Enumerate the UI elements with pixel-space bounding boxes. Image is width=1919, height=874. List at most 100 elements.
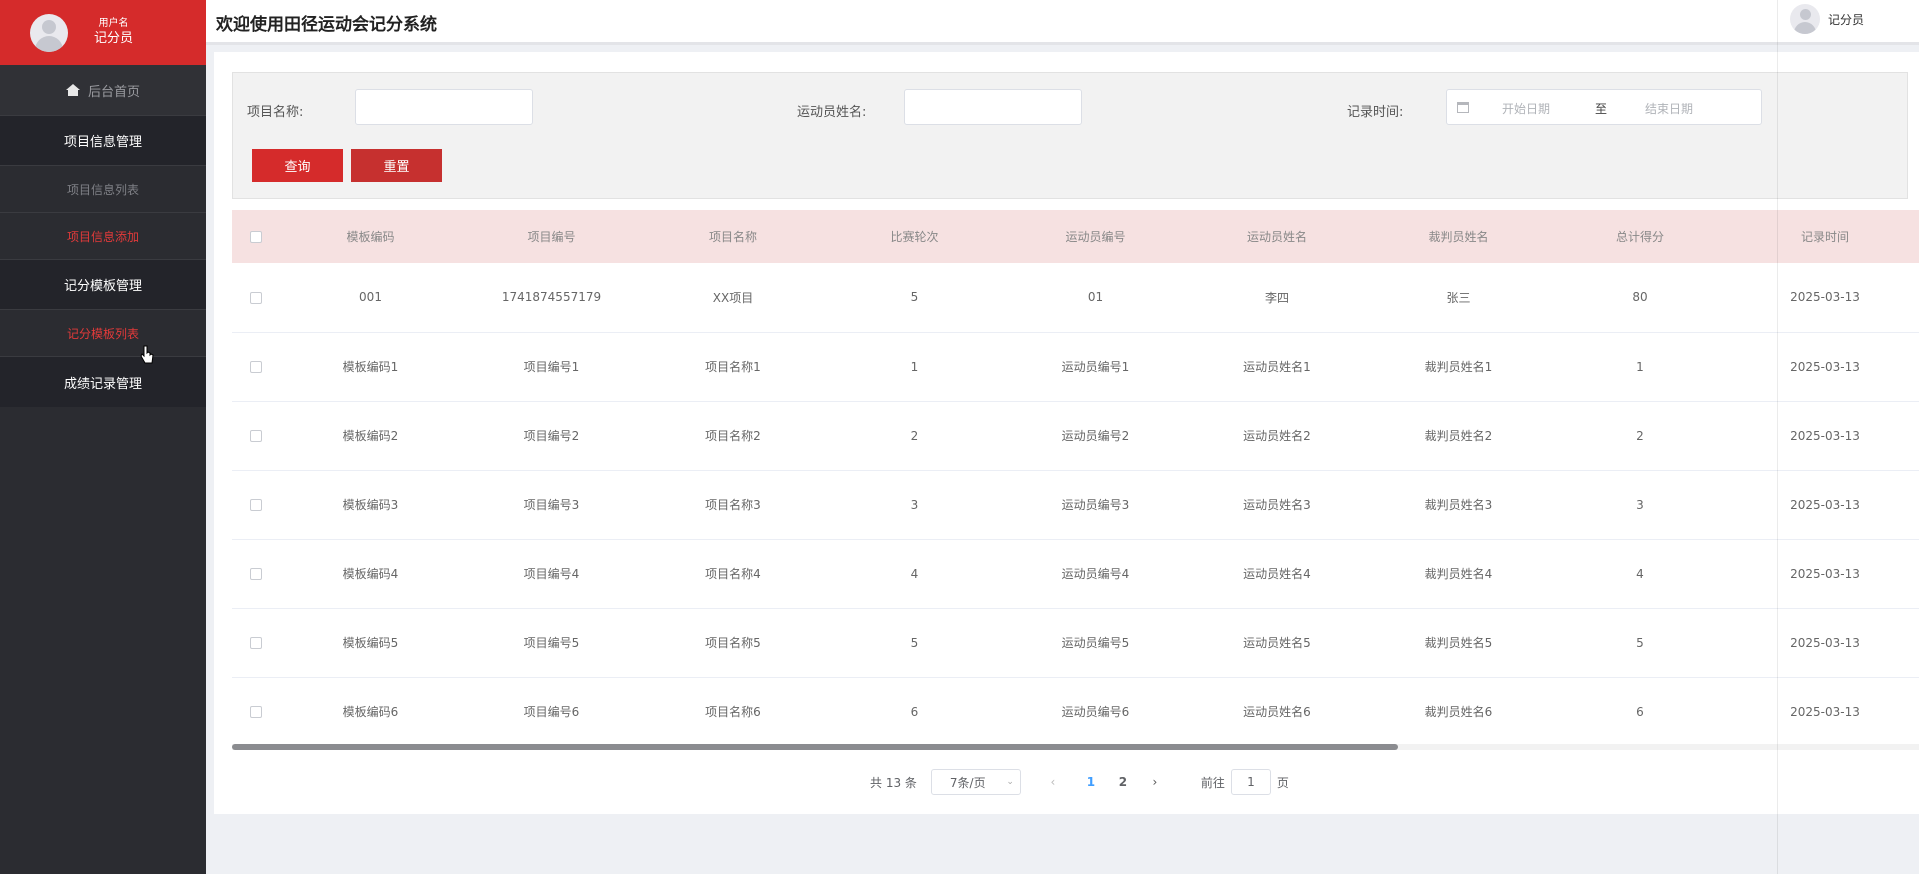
select-all-checkbox[interactable] — [232, 210, 280, 263]
athlete-name-input[interactable] — [904, 89, 1082, 125]
page-title: 欢迎使用田径运动会记分系统 — [216, 15, 437, 35]
date-range-picker[interactable]: 开始日期 至 结束日期 — [1446, 89, 1762, 125]
date-separator: 至 — [1595, 102, 1608, 116]
table-cell: 2025-03-13 — [1731, 332, 1919, 402]
row-checkbox[interactable] — [232, 263, 280, 333]
table-cell: 2025-03-13 — [1731, 470, 1919, 540]
table-cell: 模板编码6 — [280, 677, 461, 747]
row-checkbox[interactable] — [232, 677, 280, 747]
total-count: 共 13 条 — [870, 775, 917, 790]
table-cell: 运动员编号6 — [1005, 677, 1186, 747]
header-user-menu[interactable]: 记分员 — [1789, 4, 1864, 34]
page-size-select[interactable]: 7条/页 ⌄ — [930, 769, 1021, 795]
table-cell: 5 — [1549, 608, 1731, 678]
table-row[interactable]: 模板编码2 项目编号2 项目名称2 2 运动员编号2 运动员姓名2 裁判员姓名2 2 2025-… — [232, 401, 1919, 471]
user-info: 用户名 记分员 — [94, 17, 133, 48]
athlete-name-label: 运动员姓名: — [797, 105, 867, 120]
column-header[interactable]: 裁判员姓名 — [1368, 210, 1549, 263]
table-cell: 项目编号6 — [461, 677, 642, 747]
row-checkbox[interactable] — [232, 401, 280, 471]
sidebar-item-template-list[interactable]: 记分模板列表 — [0, 310, 206, 357]
reset-button[interactable]: 重置 — [351, 149, 442, 182]
column-header[interactable]: 项目编号 — [461, 210, 642, 263]
column-header[interactable]: 比赛轮次 — [824, 210, 1005, 263]
row-checkbox[interactable] — [232, 608, 280, 678]
sidebar-item-score-management[interactable]: 成绩记录管理 — [0, 357, 206, 407]
table-cell: 5 — [824, 263, 1005, 333]
column-header[interactable]: 运动员编号 — [1005, 210, 1186, 263]
goto-page-input[interactable]: 1 — [1230, 769, 1271, 795]
table-row[interactable]: 模板编码6 项目编号6 项目名称6 6 运动员编号6 运动员姓名6 裁判员姓名6 6 2025-… — [232, 677, 1919, 747]
results-table: 模板编码 项目编号 项目名称 比赛轮次 运动员编号 运动员姓名 裁判员姓名 总计… — [232, 210, 1919, 803]
query-button[interactable]: 查询 — [252, 149, 343, 182]
user-role: 记分员 — [94, 31, 134, 46]
sidebar-item-home[interactable]: 后台首页 — [0, 65, 206, 116]
table-cell: 4 — [824, 539, 1005, 609]
sidebar-item-template-management[interactable]: 记分模板管理 — [0, 260, 206, 310]
user-role-label: 用户名 — [98, 18, 129, 29]
table-cell: 模板编码1 — [280, 332, 461, 402]
page-button-1[interactable]: 1 — [1081, 775, 1101, 789]
table-cell: 2 — [1549, 401, 1731, 471]
table-row[interactable]: 模板编码5 项目编号5 项目名称5 5 运动员编号5 运动员姓名5 裁判员姓名5 5 2025-… — [232, 608, 1919, 678]
column-header[interactable]: 项目名称 — [642, 210, 824, 263]
table-cell: 1 — [1549, 332, 1731, 402]
row-checkbox[interactable] — [232, 332, 280, 402]
hand-cursor-icon — [140, 345, 154, 364]
goto-label: 前往 — [1200, 775, 1225, 790]
sidebar-item-label: 项目信息列表 — [66, 182, 139, 197]
table-cell: 项目名称5 — [642, 608, 824, 678]
table-cell: 张三 — [1368, 263, 1549, 333]
project-name-input[interactable] — [355, 89, 533, 125]
table-cell: 运动员编号3 — [1005, 470, 1186, 540]
end-date-input[interactable]: 结束日期 — [1645, 100, 1693, 117]
header: 欢迎使用田径运动会记分系统 记分员 — [206, 0, 1919, 45]
table-cell: 项目名称3 — [642, 470, 824, 540]
sidebar-item-label: 成绩记录管理 — [63, 376, 142, 392]
start-date-input[interactable]: 开始日期 — [1502, 100, 1550, 117]
table-cell: 3 — [1549, 470, 1731, 540]
column-header[interactable]: 运动员姓名 — [1186, 210, 1368, 263]
column-header[interactable]: 模板编码 — [280, 210, 461, 263]
sidebar-item-project-management[interactable]: 项目信息管理 — [0, 116, 206, 166]
column-header[interactable]: 记录时间 — [1731, 210, 1919, 263]
column-header[interactable]: 总计得分 — [1549, 210, 1731, 263]
table-row[interactable]: 模板编码3 项目编号3 项目名称3 3 运动员编号3 运动员姓名3 裁判员姓名3 3 2025-… — [232, 470, 1919, 540]
table-row[interactable]: 001 1741874557179 XX项目 5 01 李四 张三 80 2025-03-13 — [232, 263, 1919, 333]
table-row[interactable]: 模板编码4 项目编号4 项目名称4 4 运动员编号4 运动员姓名4 裁判员姓名4 4 2025-… — [232, 539, 1919, 609]
sidebar-item-project-list[interactable]: 项目信息列表 — [0, 166, 206, 213]
scrollbar-thumb[interactable] — [232, 744, 1398, 750]
table-cell: 李四 — [1186, 263, 1368, 333]
pagination: 共 13 条 7条/页 ⌄ ‹ 1 2 › 前往 1 页 — [870, 768, 1289, 796]
table-cell: 6 — [824, 677, 1005, 747]
table-cell: 模板编码4 — [280, 539, 461, 609]
table-cell: 运动员姓名3 — [1186, 470, 1368, 540]
page-button-2[interactable]: 2 — [1113, 775, 1133, 789]
table-cell: 2025-03-13 — [1731, 677, 1919, 747]
record-time-label: 记录时间: — [1347, 105, 1404, 120]
horizontal-scrollbar[interactable] — [232, 744, 1919, 750]
chevron-down-icon: ⌄ — [1006, 777, 1014, 787]
prev-page-button[interactable]: ‹ — [1043, 775, 1063, 789]
table-cell: 模板编码5 — [280, 608, 461, 678]
sidebar-item-label: 项目信息添加 — [66, 229, 139, 244]
table-cell: 项目名称1 — [642, 332, 824, 402]
home-icon — [65, 84, 80, 96]
row-checkbox[interactable] — [232, 470, 280, 540]
calendar-icon — [1457, 102, 1469, 113]
table-cell: 1 — [824, 332, 1005, 402]
sidebar-item-project-add[interactable]: 项目信息添加 — [0, 213, 206, 260]
table-cell: 2 — [824, 401, 1005, 471]
checkbox-box — [250, 291, 262, 304]
next-page-button[interactable]: › — [1145, 775, 1165, 789]
table-cell: 运动员编号4 — [1005, 539, 1186, 609]
checkbox-box — [250, 568, 262, 580]
table-cell: 项目名称2 — [642, 401, 824, 471]
avatar — [30, 13, 68, 52]
table-cell: 01 — [1005, 263, 1186, 333]
table-cell: 5 — [824, 608, 1005, 678]
table-row[interactable]: 模板编码1 项目编号1 项目名称1 1 运动员编号1 运动员姓名1 裁判员姓名1 1 2025-… — [232, 332, 1919, 402]
sidebar: 用户名 记分员 后台首页 项目信息管理 项目信息列表 项目信息添加 记分模板管理… — [0, 0, 206, 874]
table-cell: 项目名称6 — [642, 677, 824, 747]
row-checkbox[interactable] — [232, 539, 280, 609]
